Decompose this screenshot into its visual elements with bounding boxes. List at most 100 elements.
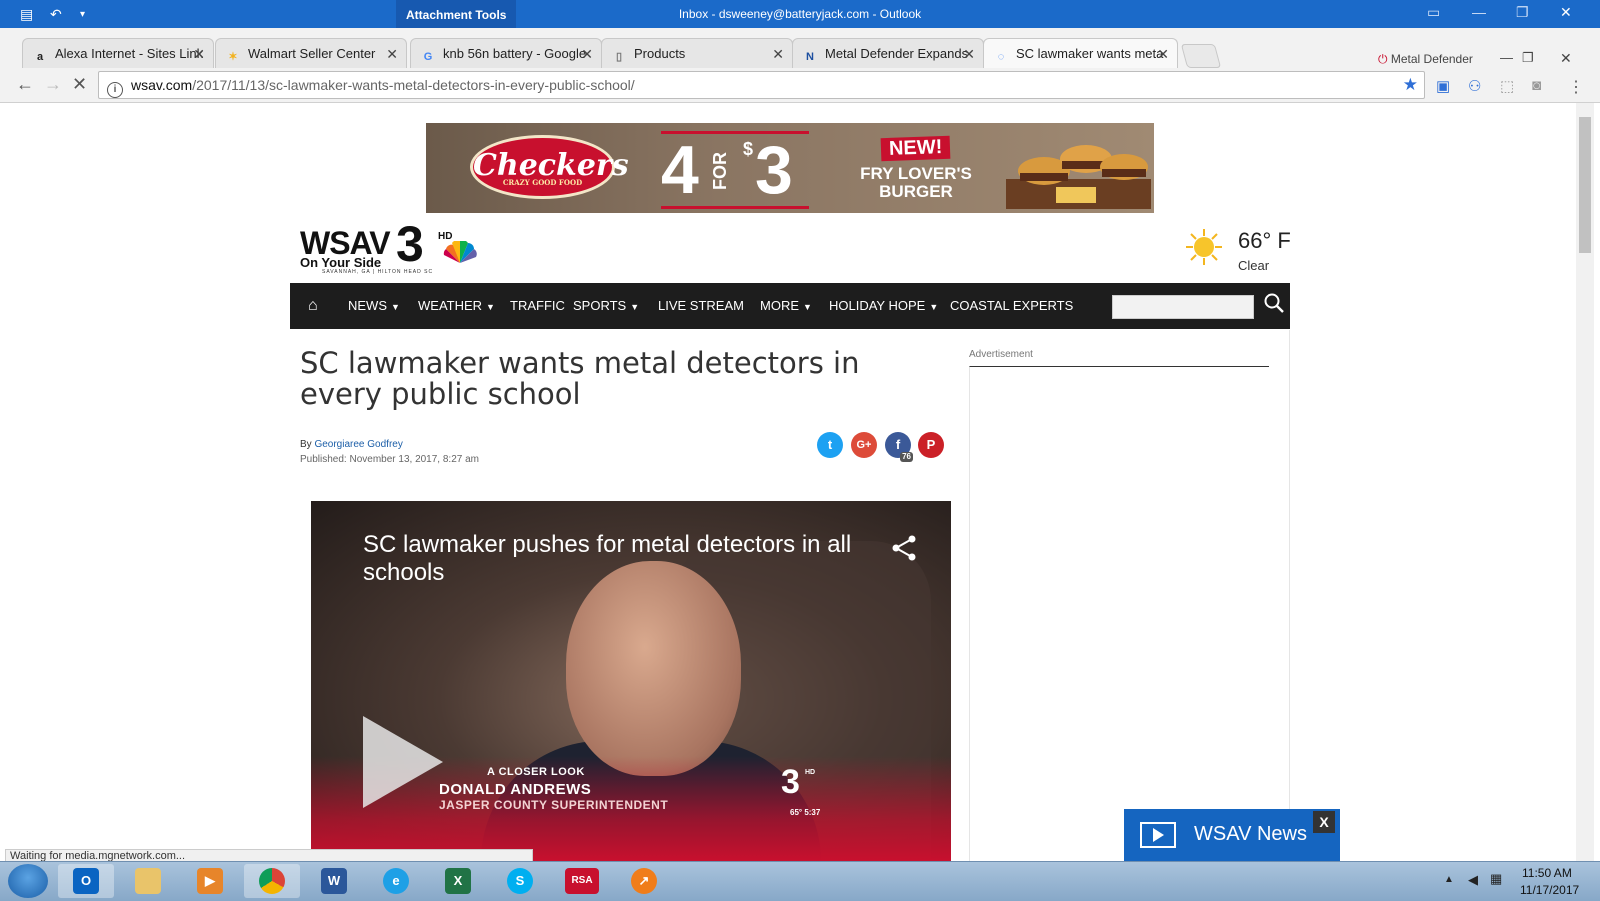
home-icon[interactable]: ⌂ bbox=[308, 283, 318, 329]
volume-icon[interactable]: ◀ bbox=[1468, 872, 1478, 888]
nav-item-label: MORE bbox=[760, 298, 799, 313]
url-host: wsav.com bbox=[131, 77, 193, 93]
page-icon: ▯ bbox=[615, 51, 623, 63]
video-share-icon[interactable] bbox=[889, 533, 919, 563]
walmart-spark-icon: ✶ bbox=[228, 51, 238, 63]
play-icon[interactable] bbox=[363, 716, 443, 808]
google-plus-share-icon[interactable]: G+ bbox=[851, 432, 877, 458]
nav-item[interactable]: WEATHER ▼ bbox=[418, 283, 495, 329]
page-scrollbar[interactable] bbox=[1576, 103, 1594, 861]
word-icon[interactable]: W bbox=[306, 864, 362, 898]
browser-restore-icon[interactable]: ❐ bbox=[1522, 50, 1534, 66]
nav-item-label: SPORTS bbox=[573, 298, 627, 313]
browser-minimize-icon[interactable]: — bbox=[1500, 50, 1513, 65]
browser-tab[interactable]: a Alexa Internet - Sites Link ✕ bbox=[22, 38, 214, 68]
tab-close-icon[interactable]: ✕ bbox=[581, 39, 593, 68]
wsav-logo[interactable]: WSAV 3 HD On Your Side SAVANNAH, GA | HI… bbox=[300, 216, 480, 275]
sidebar-ad-slot[interactable] bbox=[969, 366, 1269, 861]
tray-overflow-icon[interactable]: ▲ bbox=[1444, 874, 1454, 885]
back-icon[interactable]: ← bbox=[16, 74, 34, 95]
nav-item[interactable]: NEWS ▼ bbox=[348, 283, 400, 329]
network-icon[interactable]: ▦ bbox=[1490, 871, 1502, 887]
ad-deal-dollar: $ bbox=[743, 139, 754, 159]
internet-explorer-icon[interactable]: e bbox=[368, 864, 424, 898]
chevron-down-icon: ▼ bbox=[929, 302, 939, 312]
nav-item[interactable]: COASTAL EXPERTS bbox=[950, 283, 1073, 329]
pinterest-share-icon[interactable]: P bbox=[918, 432, 944, 458]
tab-close-icon[interactable]: ✕ bbox=[386, 39, 398, 68]
chrome-menu-icon[interactable]: ⋮ bbox=[1568, 77, 1584, 97]
wsav-news-floating-player[interactable]: WSAV News bbox=[1124, 809, 1340, 863]
browser-tab[interactable]: ✶ Walmart Seller Center ✕ bbox=[215, 38, 407, 68]
floating-player-close-button[interactable]: X bbox=[1313, 811, 1335, 833]
site-info-icon[interactable]: i bbox=[107, 82, 123, 98]
bug-hd: HD bbox=[805, 769, 816, 776]
nav-item[interactable]: SPORTS ▼ bbox=[573, 283, 639, 329]
browser-tab[interactable]: ▯ Products ✕ bbox=[601, 38, 793, 68]
clock-date[interactable]: 11/17/2017 bbox=[1520, 883, 1579, 897]
browser-close-icon[interactable]: ✕ bbox=[1560, 50, 1572, 67]
excel-icon[interactable]: X bbox=[430, 864, 486, 898]
start-button[interactable] bbox=[8, 864, 48, 898]
restore-icon[interactable]: ❐ bbox=[1516, 4, 1529, 21]
loading-icon: ◌ bbox=[997, 51, 1005, 63]
close-icon[interactable]: ✕ bbox=[1560, 4, 1572, 21]
checkers-logo: Checkers CRAZY GOOD FOOD bbox=[470, 135, 629, 199]
nav-item[interactable]: MORE ▼ bbox=[760, 283, 812, 329]
new-tab-button[interactable] bbox=[1180, 44, 1222, 68]
outlook-icon[interactable]: O bbox=[58, 864, 114, 898]
chart-app-icon[interactable]: ↗ bbox=[616, 864, 672, 898]
ribbon-display-icon[interactable]: ▭ bbox=[1427, 4, 1440, 21]
station-bug-logo: 3 HD bbox=[781, 763, 837, 805]
nbc-peacock-icon bbox=[443, 241, 477, 263]
search-input[interactable] bbox=[1112, 295, 1254, 319]
ad-product-name: FRY LOVER'S BURGER bbox=[860, 164, 972, 201]
nav-item[interactable]: TRAFFIC bbox=[510, 283, 565, 329]
extension-camera-icon[interactable]: ◙ bbox=[1532, 77, 1541, 94]
tab-close-icon[interactable]: ✕ bbox=[772, 39, 784, 68]
speaker-title: JASPER COUNTY SUPERINTENDENT bbox=[439, 798, 669, 812]
chevron-down-icon: ▼ bbox=[803, 302, 812, 312]
file-explorer-icon[interactable] bbox=[120, 864, 176, 898]
browser-tab[interactable]: N Metal Defender Expands ✕ bbox=[792, 38, 984, 68]
tab-label: Products bbox=[634, 46, 686, 61]
forward-icon[interactable]: → bbox=[44, 74, 62, 95]
author-link[interactable]: Georgiaree Godfrey bbox=[314, 439, 402, 450]
address-bar[interactable]: i wsav.com/2017/11/13/sc-lawmaker-wants-m… bbox=[98, 71, 1425, 99]
checkers-banner-ad[interactable]: Checkers CRAZY GOOD FOOD 4 FOR $ 3 NEW! … bbox=[426, 123, 1154, 213]
byline: By Georgiaree Godfrey bbox=[300, 439, 403, 450]
extension-badge[interactable]: ⏻ Metal Defender bbox=[1378, 52, 1473, 67]
minimize-icon[interactable]: — bbox=[1472, 4, 1486, 20]
scrollbar-thumb[interactable] bbox=[1579, 117, 1591, 253]
url-path: /2017/11/13/sc-lawmaker-wants-metal-dete… bbox=[192, 77, 635, 93]
video-player[interactable]: SC lawmaker pushes for metal detectors i… bbox=[311, 501, 951, 861]
media-player-icon[interactable]: ▶ bbox=[182, 864, 238, 898]
byline-prefix: By bbox=[300, 439, 312, 450]
nav-item[interactable]: LIVE STREAM bbox=[658, 283, 744, 329]
browser-tab[interactable]: ◌ SC lawmaker wants meta ✕ bbox=[983, 38, 1178, 68]
tab-close-icon[interactable]: ✕ bbox=[1157, 39, 1169, 68]
clock-time[interactable]: 11:50 AM bbox=[1522, 866, 1572, 880]
twitter-share-icon[interactable]: t bbox=[817, 432, 843, 458]
nav-item[interactable]: HOLIDAY HOPE ▼ bbox=[829, 283, 938, 329]
bookmark-star-icon[interactable]: ★ bbox=[1403, 72, 1418, 98]
extension-2-icon[interactable]: ⚇ bbox=[1468, 77, 1481, 95]
main-nav: ⌂ NEWS ▼ WEATHER ▼ TRAFFIC SPORTS ▼ LIVE STREAM… bbox=[290, 283, 1290, 329]
tab-label: Metal Defender Expands bbox=[825, 46, 969, 61]
chrome-icon[interactable] bbox=[244, 864, 300, 898]
rsa-icon[interactable]: RSA bbox=[554, 864, 610, 898]
browser-tab[interactable]: Gknb 56n battery - Google ✕ bbox=[410, 38, 602, 68]
published-date: Published: November 13, 2017, 8:27 am bbox=[300, 454, 479, 465]
search-icon[interactable] bbox=[1262, 291, 1286, 315]
ad-new-badge: NEW! bbox=[880, 135, 951, 162]
extension-1-icon[interactable]: ▣ bbox=[1436, 77, 1450, 95]
windows-taskbar: O ▶ W e X S RSA ↗ ▲ ◀ ▦ 11:50 AM 11/17/2… bbox=[0, 861, 1600, 901]
skype-icon[interactable]: S bbox=[492, 864, 548, 898]
current-temperature[interactable]: 66° F bbox=[1238, 228, 1291, 254]
extension-3-icon[interactable]: ⬚ bbox=[1500, 77, 1514, 95]
nav-item-label: TRAFFIC bbox=[510, 298, 565, 313]
tab-close-icon[interactable]: ✕ bbox=[193, 39, 205, 68]
facebook-share-icon[interactable]: f 76 bbox=[885, 432, 913, 462]
tab-close-icon[interactable]: ✕ bbox=[963, 39, 975, 68]
stop-loading-icon[interactable]: ✕ bbox=[72, 74, 87, 95]
